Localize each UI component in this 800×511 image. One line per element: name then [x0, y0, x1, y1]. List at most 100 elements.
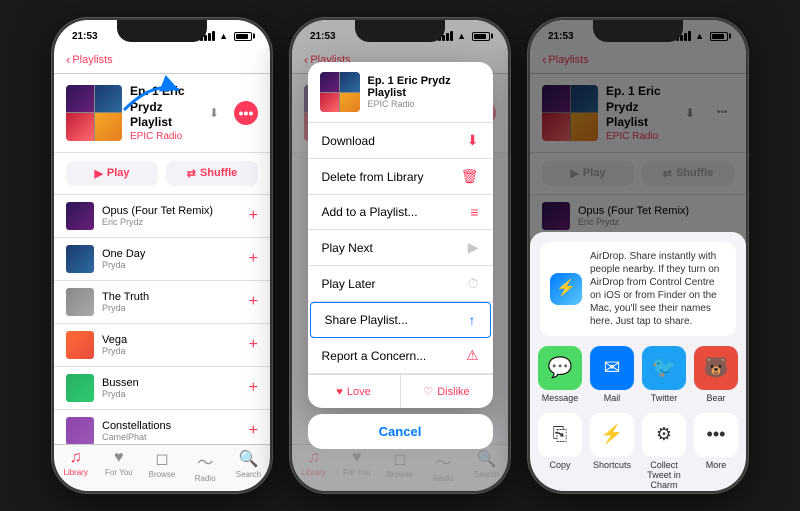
- download-icon: ⬇: [467, 132, 479, 149]
- library-icon-1: ♫: [70, 449, 82, 467]
- menu-share-label: Share Playlist...: [325, 313, 408, 327]
- tab-library-1[interactable]: ♫ Library: [54, 449, 97, 483]
- menu-report-label: Report a Concern...: [322, 349, 427, 363]
- bar4: [212, 31, 215, 41]
- track-art-icon-2: [66, 245, 94, 273]
- art-tile-2: [95, 85, 123, 113]
- chevron-left-icon-1: ‹: [66, 52, 70, 67]
- tab-browse-1[interactable]: ◻ Browse: [140, 449, 183, 483]
- browse-label-1: Browse: [149, 470, 176, 479]
- copy-icon: ⎘: [538, 413, 582, 457]
- airdrop-text: AirDrop. Share instantly with people nea…: [590, 250, 726, 328]
- track-item-5[interactable]: Bussen Pryda +: [54, 367, 270, 410]
- track-name-6: Constellations: [102, 420, 241, 432]
- tab-radio-1[interactable]: 〜 Radio: [184, 449, 227, 483]
- track-item-4[interactable]: Vega Pryda +: [54, 324, 270, 367]
- track-info-5: Bussen Pryda: [102, 377, 241, 399]
- more-button-1[interactable]: •••: [234, 101, 258, 125]
- track-item-2[interactable]: One Day Pryda +: [54, 238, 270, 281]
- track-add-2[interactable]: +: [249, 250, 258, 268]
- phone-1: 21:53 ▲ ‹ Playlists: [52, 18, 272, 493]
- menu-album-art: [320, 72, 360, 112]
- track-item-6[interactable]: Constellations CamelPhat +: [54, 410, 270, 444]
- more-icon: •••: [694, 413, 738, 457]
- menu-item-share[interactable]: Share Playlist... ↑: [310, 302, 491, 338]
- notch-1: [117, 20, 207, 42]
- delete-icon: 🗑: [461, 168, 479, 185]
- share-icon: ↑: [469, 312, 476, 328]
- menu-playnext-label: Play Next: [322, 241, 373, 255]
- shuffle-icon-1: ⇄: [187, 167, 196, 180]
- browse-icon-1: ◻: [155, 449, 168, 469]
- menu-item-delete[interactable]: Delete from Library 🗑: [308, 159, 493, 195]
- back-button-1[interactable]: ‹ Playlists: [66, 52, 113, 67]
- play-button-1[interactable]: ▶ Play: [66, 161, 158, 186]
- track-art-icon-4: [66, 331, 94, 359]
- love-button[interactable]: ♥ Love: [308, 375, 401, 408]
- download-button-1[interactable]: ⬇: [202, 101, 226, 125]
- menu-download-label: Download: [322, 134, 375, 148]
- status-icons-1: ▲: [200, 31, 252, 41]
- menu-add-label: Add to a Playlist...: [322, 205, 418, 219]
- notch-2: [355, 20, 445, 42]
- menu-item-download[interactable]: Download ⬇: [308, 123, 493, 159]
- menu-art-1: [320, 72, 340, 92]
- cancel-button-2[interactable]: Cancel: [308, 414, 493, 449]
- share-app-twitter[interactable]: 🐦 Twitter: [642, 346, 686, 403]
- context-menu: Ep. 1 Eric Prydz Playlist EPIC Radio Dow…: [308, 62, 493, 408]
- menu-item-add-playlist[interactable]: Add to a Playlist... ≡: [308, 195, 493, 230]
- heart-icon: ♥: [336, 386, 343, 398]
- menu-art-2: [340, 72, 360, 92]
- menu-album-info: Ep. 1 Eric Prydz Playlist EPIC Radio: [368, 75, 481, 109]
- play-label-1: Play: [107, 167, 130, 179]
- menu-item-play-later[interactable]: Play Later ⏱: [308, 266, 493, 302]
- menu-item-report[interactable]: Report a Concern... ⚠: [308, 338, 493, 374]
- report-icon: ⚠: [466, 347, 479, 364]
- share-action-more[interactable]: ••• More: [694, 413, 738, 490]
- tab-foryou-1[interactable]: ♥ For You: [97, 449, 140, 483]
- track-add-4[interactable]: +: [249, 336, 258, 354]
- share-app-message[interactable]: 💬 Message: [538, 346, 582, 403]
- radio-icon-1: 〜: [197, 449, 213, 473]
- album-subtitle-1: EPIC Radio: [130, 131, 194, 142]
- mail-label: Mail: [604, 393, 621, 403]
- menu-delete-label: Delete from Library: [322, 170, 424, 184]
- search-icon-1: 🔍: [238, 449, 258, 469]
- track-name-3: The Truth: [102, 291, 241, 303]
- cancel-row-2: Cancel: [308, 414, 493, 449]
- menu-item-play-next[interactable]: Play Next ▶: [308, 230, 493, 266]
- track-add-5[interactable]: +: [249, 379, 258, 397]
- track-info-2: One Day Pryda: [102, 248, 241, 270]
- library-label-1: Library: [63, 468, 87, 477]
- track-item-1[interactable]: Opus (Four Tet Remix) Eric Prydz +: [54, 195, 270, 238]
- context-menu-overlay: Ep. 1 Eric Prydz Playlist EPIC Radio Dow…: [292, 20, 508, 491]
- track-info-6: Constellations CamelPhat: [102, 420, 241, 442]
- share-app-mail[interactable]: ✉ Mail: [590, 346, 634, 403]
- album-header-1: Ep. 1 Eric Prydz Playlist EPIC Radio ⬇ •…: [54, 74, 270, 153]
- more-label: More: [706, 460, 727, 470]
- album-info-1: Ep. 1 Eric Prydz Playlist EPIC Radio: [130, 84, 194, 142]
- art-tile-1: [66, 85, 94, 113]
- track-art-icon-1: [66, 202, 94, 230]
- share-actions-row: ⎘ Copy ⚡ Shortcuts ⚙ Collect Tweet in Ch…: [540, 413, 736, 490]
- shortcuts-label: Shortcuts: [593, 460, 631, 470]
- album-actions-1: ⬇ •••: [202, 101, 258, 125]
- twitter-icon: 🐦: [642, 346, 686, 390]
- cancel-label-2: Cancel: [379, 424, 422, 439]
- share-action-copy[interactable]: ⎘ Copy: [538, 413, 582, 490]
- track-artist-5: Pryda: [102, 389, 241, 399]
- track-item-3[interactable]: The Truth Pryda +: [54, 281, 270, 324]
- track-add-3[interactable]: +: [249, 293, 258, 311]
- collect-icon: ⚙: [642, 413, 686, 457]
- track-artist-1: Eric Prydz: [102, 217, 241, 227]
- tab-search-1[interactable]: 🔍 Search: [227, 449, 270, 483]
- dislike-button[interactable]: ♡ Dislike: [401, 375, 493, 408]
- track-list-1: Opus (Four Tet Remix) Eric Prydz + One D…: [54, 195, 270, 444]
- share-action-collect[interactable]: ⚙ Collect Tweet in Charm: [642, 413, 686, 490]
- share-action-shortcuts[interactable]: ⚡ Shortcuts: [590, 413, 634, 490]
- track-add-1[interactable]: +: [249, 207, 258, 225]
- shuffle-button-1[interactable]: ⇄ Shuffle: [166, 161, 258, 186]
- track-add-6[interactable]: +: [249, 422, 258, 440]
- share-app-bear[interactable]: 🐻 Bear: [694, 346, 738, 403]
- play-later-icon: ⏱: [468, 275, 479, 292]
